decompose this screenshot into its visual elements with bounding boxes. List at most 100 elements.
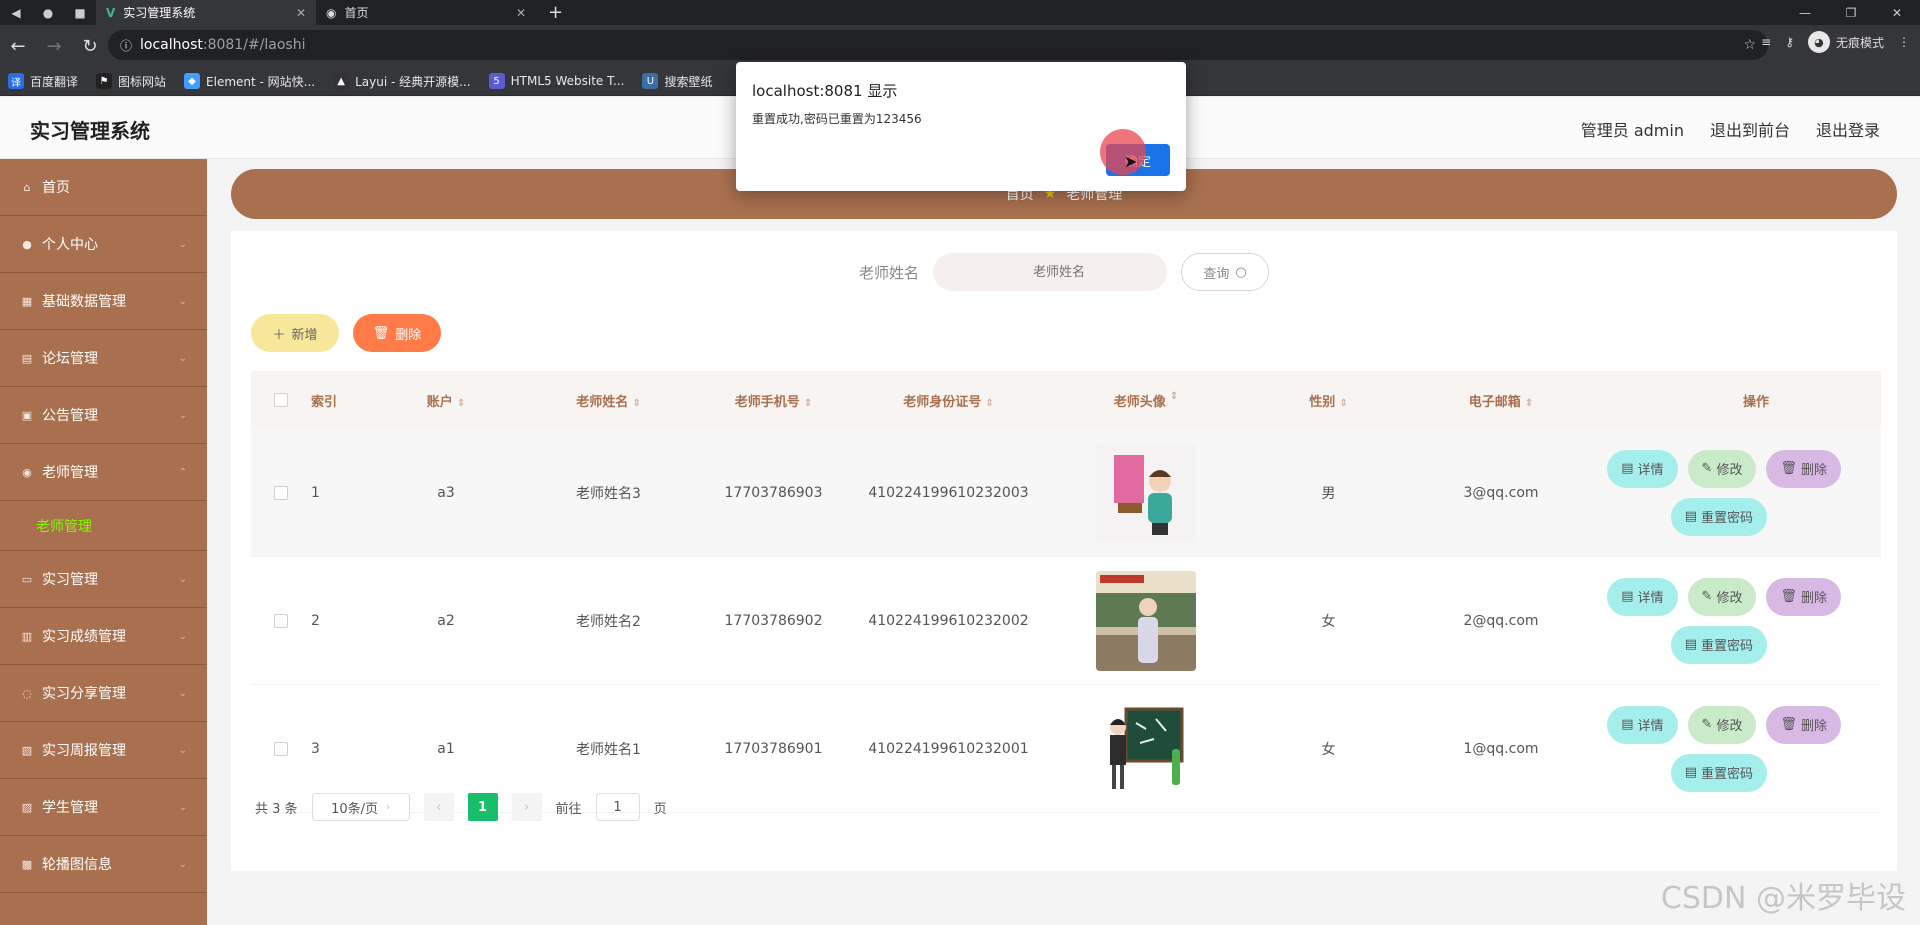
forward-icon[interactable]: → (36, 28, 72, 64)
detail-button[interactable]: ▤ 详情 (1607, 705, 1678, 744)
teacher-avatar-image[interactable] (1096, 570, 1196, 671)
sidebar-item-internship[interactable]: ▭ 实习管理 ⌄ (0, 551, 207, 608)
sidebar-item-share[interactable]: ◌ 实习分享管理 ⌄ (0, 665, 207, 722)
delete-button[interactable]: 🗑 删除 (1766, 577, 1841, 616)
page-number-current[interactable]: 1 (467, 793, 498, 821)
trash-icon: 🗑 (372, 325, 390, 341)
sort-icon[interactable]: ⇕ (1525, 398, 1533, 409)
sort-icon[interactable]: ⇕ (985, 398, 993, 409)
reading-list-icon[interactable]: ≡ (1761, 35, 1771, 49)
flag-icon: ⚑ (96, 73, 113, 89)
bookmark-item[interactable]: 译百度翻译 (8, 73, 78, 90)
delete-button[interactable]: 🗑 删除 (1766, 449, 1841, 488)
info-icon[interactable]: ⓘ (120, 37, 132, 54)
pagination-total: 共 3 条 (255, 801, 298, 817)
chevron-down-icon: ⌄ (178, 858, 187, 870)
bookmark-item[interactable]: ▲ Layui - 经典开源模... (333, 73, 471, 90)
tab-title: 实习管理系统 (123, 6, 196, 20)
row-checkbox[interactable] (274, 485, 288, 500)
header-phone[interactable]: 老师手机号 ⇕ (696, 391, 851, 410)
key-icon[interactable]: ⚷ (1785, 35, 1794, 49)
reset-password-button[interactable]: ▤ 重置密码 (1670, 625, 1767, 664)
sidebar-item-score[interactable]: ▥ 实习成绩管理 ⌄ (0, 608, 207, 665)
sort-icon[interactable]: ⇕ (1170, 391, 1178, 410)
minimize-icon[interactable]: — (1782, 0, 1828, 25)
header-avatar[interactable]: 老师头像 ⇕ (1046, 391, 1246, 410)
header-account[interactable]: 账户 ⇕ (371, 391, 521, 410)
bookmark-item[interactable]: ◆ Element - 网站快... (184, 73, 315, 90)
select-all-checkbox[interactable] (274, 393, 288, 407)
browser-tab-active[interactable]: V 实习管理系统 ✕ (96, 0, 316, 25)
row-checkbox[interactable] (274, 741, 288, 756)
sort-icon[interactable]: ⇕ (457, 398, 465, 409)
sort-icon[interactable]: ⇕ (804, 398, 812, 409)
back-icon[interactable]: ← (0, 28, 36, 64)
edit-button[interactable]: ✎ 修改 (1687, 705, 1757, 744)
detail-button[interactable]: ▤ 详情 (1607, 449, 1678, 488)
address-bar[interactable]: ⓘ localhost:8081/#/laoshi ☆ (108, 30, 1768, 60)
add-button[interactable]: ＋新增 (251, 314, 339, 352)
tab-close-icon[interactable]: ✕ (516, 6, 526, 20)
tab-audio-icon[interactable]: ◀ (0, 0, 32, 25)
close-window-icon[interactable]: ✕ (1874, 0, 1920, 25)
teacher-avatar-image[interactable] (1096, 698, 1196, 799)
detail-button[interactable]: ▤ 详情 (1607, 577, 1678, 616)
edit-button[interactable]: ✎ 修改 (1687, 577, 1757, 616)
search-row: 老师姓名 ○ 查询 ○ (231, 253, 1897, 291)
chevron-down-icon: ⌄ (178, 630, 187, 642)
header-name[interactable]: 老师姓名 ⇕ (521, 391, 696, 410)
cell-idcard: 410224199610232001 (868, 740, 1029, 757)
bookmark-item[interactable]: U 搜索壁纸 (642, 73, 712, 90)
restore-icon[interactable]: ❐ (1828, 0, 1874, 25)
browser-tab[interactable]: ◉ 首页 ✕ (316, 0, 536, 25)
share-icon: ◌ (22, 686, 32, 700)
teacher-name-search-input[interactable] (933, 253, 1167, 291)
sidebar-item-forum[interactable]: ▤ 论坛管理 ⌄ (0, 330, 207, 387)
next-page-button[interactable]: › (511, 793, 542, 821)
header-idcard[interactable]: 老师身份证号 ⇕ (851, 391, 1046, 410)
header-email[interactable]: 电子邮箱 ⇕ (1411, 391, 1591, 410)
tab-window-icon[interactable]: ■ (64, 0, 96, 25)
sidebar-item-student[interactable]: ▨ 学生管理 ⌄ (0, 779, 207, 836)
to-front-link[interactable]: 退出到前台 (1710, 117, 1790, 141)
bookmark-item[interactable]: 5 HTML5 Website T... (488, 73, 624, 89)
sidebar-subitem-teacher[interactable]: 老师管理 (0, 501, 207, 551)
page-size-select[interactable]: 10条/页 › (311, 793, 410, 821)
incognito-indicator[interactable]: ◕ 无痕模式 (1807, 31, 1884, 53)
bookmark-item[interactable]: ⚑ 图标网站 (96, 73, 166, 90)
cell-phone: 17703786903 (724, 484, 823, 501)
carousel-icon: ▩ (21, 857, 33, 871)
goto-page-input[interactable]: 1 (595, 793, 640, 821)
teacher-avatar-image[interactable] (1096, 442, 1196, 543)
query-button[interactable]: 查询 ○ (1181, 253, 1269, 291)
chevron-down-icon: › (386, 801, 391, 813)
prev-page-button[interactable]: ‹ (423, 793, 454, 821)
delete-button[interactable]: 🗑 删除 (1766, 705, 1841, 744)
reset-password-button[interactable]: ▤ 重置密码 (1670, 753, 1767, 792)
sidebar-item-carousel[interactable]: ▩ 轮播图信息 ⌄ (0, 836, 207, 893)
reload-icon[interactable]: ↻ (72, 28, 108, 64)
batch-delete-button[interactable]: 🗑 删除 (353, 314, 441, 352)
header-sex[interactable]: 性别 ⇕ (1246, 391, 1411, 410)
sidebar-item-home[interactable]: ⌂ 首页 (0, 159, 207, 216)
tab-globe-icon[interactable]: ● (32, 0, 64, 25)
tab-close-icon[interactable]: ✕ (296, 6, 306, 20)
search-icon: ○ (1235, 264, 1247, 280)
sidebar-item-basedata[interactable]: ▦ 基础数据管理 ⌄ (0, 273, 207, 330)
sidebar-item-weekly[interactable]: ▧ 实习周报管理 ⌄ (0, 722, 207, 779)
bookmark-star-icon[interactable]: ☆ (1743, 37, 1756, 53)
document-icon: ▤ (1621, 589, 1634, 604)
row-checkbox[interactable] (274, 613, 288, 628)
logout-link[interactable]: 退出登录 (1816, 117, 1880, 141)
reset-password-button[interactable]: ▤ 重置密码 (1670, 497, 1767, 536)
menu-icon[interactable]: ⋮ (1898, 35, 1910, 49)
cell-account: a2 (437, 612, 455, 629)
sidebar-item-notice[interactable]: ▣ 公告管理 ⌄ (0, 387, 207, 444)
sort-icon[interactable]: ⇕ (1339, 398, 1347, 409)
action-row: ＋新增 🗑 删除 (251, 314, 441, 352)
sidebar-item-teacher[interactable]: ◉ 老师管理 ⌃ (0, 444, 207, 501)
edit-button[interactable]: ✎ 修改 (1687, 449, 1757, 488)
new-tab-button[interactable]: + (536, 2, 575, 23)
sidebar-item-profile[interactable]: ● 个人中心 ⌄ (0, 216, 207, 273)
sort-icon[interactable]: ⇕ (632, 398, 640, 409)
